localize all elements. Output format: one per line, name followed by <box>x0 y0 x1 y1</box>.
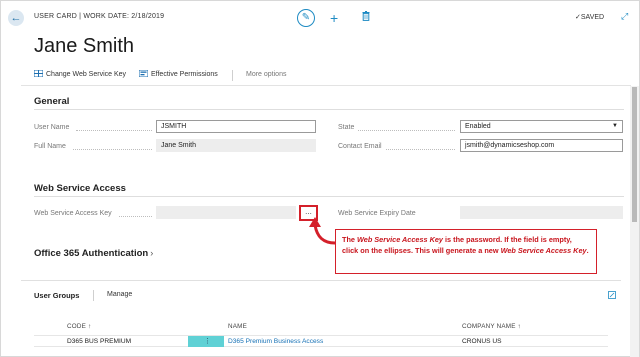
user-name-label: User Name <box>34 124 70 131</box>
card-caption: USER CARD | WORK DATE: 2/18/2019 <box>34 13 165 20</box>
more-options-button[interactable]: More options <box>246 67 286 83</box>
annotation-callout: The Web Service Access Key is the passwo… <box>335 229 597 274</box>
action-divider <box>232 70 233 81</box>
state-value: Enabled <box>465 123 491 130</box>
key-list-icon <box>34 70 43 77</box>
state-label: State <box>338 124 355 131</box>
web-service-key-leader <box>119 216 152 217</box>
full-name-leader <box>73 149 152 150</box>
web-service-expiry-field[interactable] <box>460 206 623 219</box>
delete-trash-icon[interactable] <box>362 11 370 21</box>
contact-email-label: Contact Email <box>338 143 382 150</box>
cell-code[interactable]: D365 BUS PREMIUM <box>67 338 131 345</box>
chevron-right-icon: › <box>150 248 154 258</box>
page-title: Jane Smith <box>34 35 135 57</box>
full-name-label: Full Name <box>34 143 66 150</box>
effective-permissions-action[interactable]: Effective Permissions <box>139 67 218 83</box>
subpage-divider <box>21 280 621 281</box>
scrollbar-thumb[interactable] <box>632 87 637 222</box>
change-web-service-key-label: Change Web Service Key <box>46 71 127 78</box>
dropdown-arrow-icon: ▼ <box>612 123 618 129</box>
expand-window-icon[interactable]: ⤢ <box>621 11 628 22</box>
contact-email-field[interactable]: jsmith@dynamicseshop.com <box>460 139 623 152</box>
callout-italic-2: Web Service Access Key <box>500 246 587 255</box>
general-section-title[interactable]: General <box>34 96 69 107</box>
state-select[interactable]: Enabled ▼ <box>460 120 623 133</box>
general-section-divider <box>34 109 624 110</box>
web-service-section-title[interactable]: Web Service Access <box>34 183 126 194</box>
callout-text-1: The <box>342 235 357 244</box>
permissions-icon <box>139 70 148 77</box>
edit-pencil-icon[interactable]: ✎ <box>297 9 315 27</box>
state-leader <box>358 130 455 131</box>
column-header-code[interactable]: CODE ↑ <box>67 323 91 330</box>
back-arrow-icon[interactable]: ← <box>8 10 24 26</box>
contact-email-leader <box>386 149 455 150</box>
action-bar-divider <box>21 85 631 86</box>
full-name-field[interactable]: Jane Smith <box>156 139 316 152</box>
change-web-service-key-action[interactable]: Change Web Service Key <box>34 67 126 83</box>
web-service-section-divider <box>34 196 624 197</box>
callout-text-3: . <box>586 246 589 255</box>
effective-permissions-label: Effective Permissions <box>151 71 218 78</box>
expand-subpage-icon[interactable] <box>608 291 616 299</box>
callout-italic-1: Web Service Access Key <box>357 235 443 244</box>
office365-section-header[interactable]: Office 365 Authentication › <box>34 248 153 259</box>
user-card-window: ← USER CARD | WORK DATE: 2/18/2019 ✎ + ✓… <box>0 0 640 357</box>
user-groups-manage-button[interactable]: Manage <box>107 291 132 298</box>
office365-section-title: Office 365 Authentication <box>34 248 149 259</box>
cell-company: CRONUS US <box>462 338 502 345</box>
web-service-key-label: Web Service Access Key <box>34 210 112 217</box>
add-plus-icon[interactable]: + <box>330 9 338 27</box>
web-service-expiry-label: Web Service Expiry Date <box>338 210 416 217</box>
user-name-leader <box>76 130 152 131</box>
saved-label: SAVED <box>580 14 605 21</box>
cell-name[interactable]: D365 Premium Business Access <box>228 338 323 345</box>
user-groups-divider <box>93 290 94 301</box>
web-service-key-field[interactable] <box>156 206 296 219</box>
column-header-company[interactable]: COMPANY NAME ↑ <box>462 323 521 330</box>
column-header-name[interactable]: NAME <box>228 323 247 330</box>
saved-status: ✓SAVED <box>575 13 604 21</box>
user-groups-title[interactable]: User Groups <box>34 291 79 300</box>
row-actions-icon[interactable]: ⋮ <box>204 337 211 345</box>
user-name-field[interactable]: JSMITH <box>156 120 316 133</box>
